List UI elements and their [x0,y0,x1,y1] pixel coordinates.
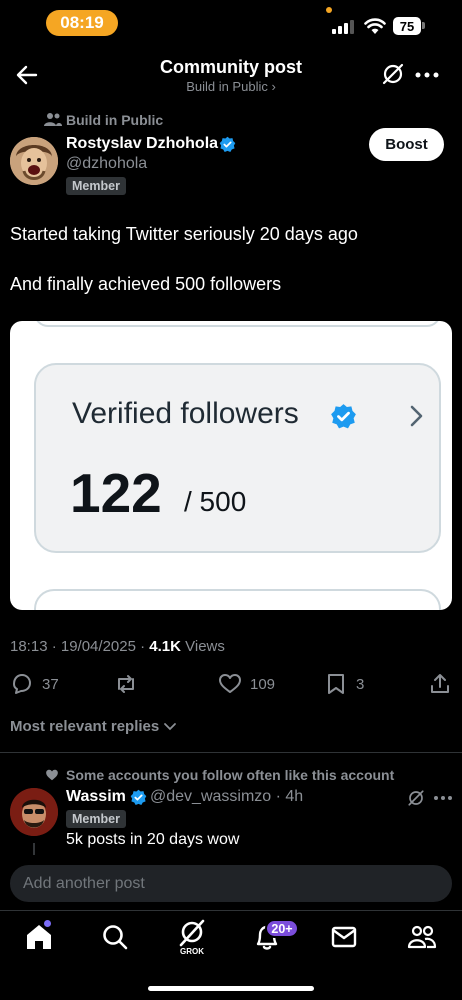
reply-handle-time[interactable]: @dev_wassimzo · 4h [150,788,303,806]
member-badge: Member [66,177,126,195]
bookmark-icon [328,674,344,694]
share-button[interactable] [428,672,452,696]
more-options-icon[interactable] [414,65,440,85]
views-label: Views [180,638,225,655]
post-timestamp: 18:13 · 19/04/2025 · [10,638,150,655]
image-follower-count: 122 [70,462,162,524]
wifi-icon [364,18,386,34]
community-icon [44,113,62,126]
bookmark-count: 3 [356,675,365,693]
reply-author-name[interactable]: Wassim [66,788,126,806]
reply-count: 37 [42,675,59,693]
grok-icon[interactable] [381,62,405,86]
author-name-text[interactable]: Rostyslav Dzhohola [66,135,218,152]
reply-more-options-icon[interactable] [433,791,453,805]
reply-button[interactable]: 37 [10,672,59,696]
repost-icon [118,675,134,693]
reply-grok-icon[interactable] [407,789,425,807]
post-text-line-2: And finally achieved 500 followers [10,274,282,294]
boost-button[interactable]: Boost [369,128,444,161]
recording-indicator [326,7,332,13]
reply-member-badge: Member [66,810,126,828]
home-unread-dot [44,920,51,927]
home-icon[interactable] [24,922,54,952]
nav-divider [0,910,462,911]
reply-avatar[interactable] [10,788,58,836]
image-card-title: Verified followers [72,397,299,430]
divider [0,752,462,753]
post-image[interactable]: Verified followers 122 / 500 [10,321,452,610]
replies-sort-dropdown[interactable]: Most relevant replies [10,718,177,735]
like-button[interactable]: 109 [218,672,275,696]
author-handle[interactable]: @dzhohola [66,155,147,173]
author-name[interactable]: Rostyslav Dzhohola [66,135,218,153]
grok-label: GROK [180,947,204,956]
community-name[interactable]: Build in Public [66,112,163,128]
image-card-edge-bottom [34,589,441,610]
compose-input[interactable]: Add another post [10,865,452,902]
cellular-signal-icon [332,20,354,34]
verified-badge-icon [219,136,236,152]
post-text-line-1: Started taking Twitter seriously 20 days… [10,224,358,244]
image-card-edge-top [34,321,441,327]
thread-line [33,843,35,855]
messages-envelope-icon[interactable] [329,922,359,952]
reply-text: 5k posts in 20 days wow [66,831,240,848]
image-chevron-right-icon [410,405,423,427]
replies-sort-label: Most relevant replies [10,718,160,735]
image-verified-badge-icon [331,404,356,429]
bookmark-button[interactable]: 3 [324,672,364,696]
views-count: 4.1K [149,638,181,655]
image-followers-card: Verified followers 122 / 500 [34,363,441,553]
status-time: 08:19 [46,10,118,36]
home-indicator [148,986,314,991]
chevron-down-icon [164,722,177,730]
notification-count-badge: 20+ [265,919,299,938]
post-meta: 18:13 · 19/04/2025 · 4.1K Views [10,638,225,655]
repost-button[interactable] [114,672,138,696]
grok-nav-icon[interactable] [177,918,207,948]
like-count: 109 [250,675,276,693]
reply-verified-badge-icon [130,789,147,805]
social-context: Some accounts you follow often like this… [66,767,395,783]
battery-indicator: 75 [393,17,421,35]
heart-context-icon [46,769,58,781]
heart-icon [219,674,241,693]
image-follower-goal: / 500 [184,486,247,517]
search-icon[interactable] [100,922,130,952]
share-icon [431,674,449,693]
battery-nub [422,22,425,29]
reply-icon [13,674,31,694]
communities-icon[interactable] [407,922,437,952]
author-avatar[interactable] [10,137,58,185]
